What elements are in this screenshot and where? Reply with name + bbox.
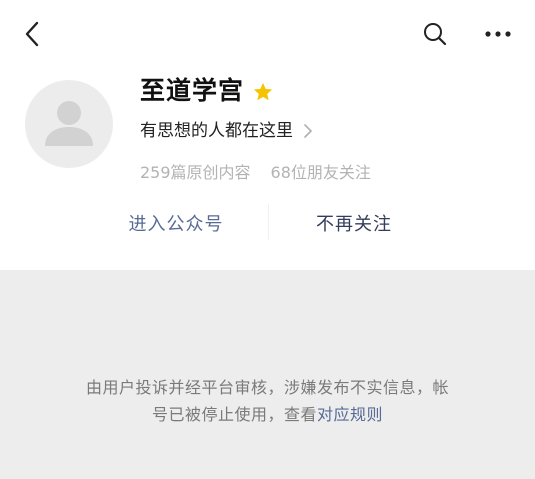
followers-count: 68位朋友关注: [270, 163, 371, 182]
search-icon: [424, 23, 447, 46]
chevron-right-icon: [304, 124, 312, 138]
account-intro-text: 有思想的人都在这里: [140, 121, 293, 141]
page: 至道学宫 有思想的人都在这里 259篇原创内容 68位朋友关注 进入公众号 不再…: [0, 0, 535, 479]
unfollow-button[interactable]: 不再关注: [284, 205, 424, 241]
more-horizontal-icon: [485, 31, 511, 37]
account-intro[interactable]: 有思想的人都在这里: [140, 118, 313, 144]
back-button[interactable]: [14, 16, 50, 52]
original-count: 259篇原创内容: [140, 163, 251, 182]
star-icon: [253, 82, 273, 101]
account-stats: 259篇原创内容 68位朋友关注: [140, 161, 371, 185]
account-name: 至道学宫: [140, 76, 245, 105]
search-button[interactable]: [417, 16, 453, 52]
rules-link[interactable]: 对应规则: [317, 405, 383, 424]
notice-line-1: 由用户投诉并经平台审核，涉嫌发布不实信息，帐: [85, 378, 449, 397]
notice-line-2-text: 号已被停止使用，查看: [151, 405, 317, 424]
notice-line-2: 号已被停止使用，查看对应规则: [40, 401, 495, 428]
avatar[interactable]: [25, 80, 113, 168]
chevron-left-icon: [25, 21, 39, 47]
default-avatar-icon: [45, 101, 93, 146]
more-button[interactable]: [478, 16, 518, 52]
suspension-notice: 由用户投诉并经平台审核，涉嫌发布不实信息，帐 号已被停止使用，查看对应规则: [40, 374, 495, 428]
action-divider: [268, 204, 269, 240]
enter-account-button[interactable]: 进入公众号: [106, 205, 246, 241]
profile-card: 至道学宫 有思想的人都在这里 259篇原创内容 68位朋友关注 进入公众号 不再…: [0, 0, 535, 270]
